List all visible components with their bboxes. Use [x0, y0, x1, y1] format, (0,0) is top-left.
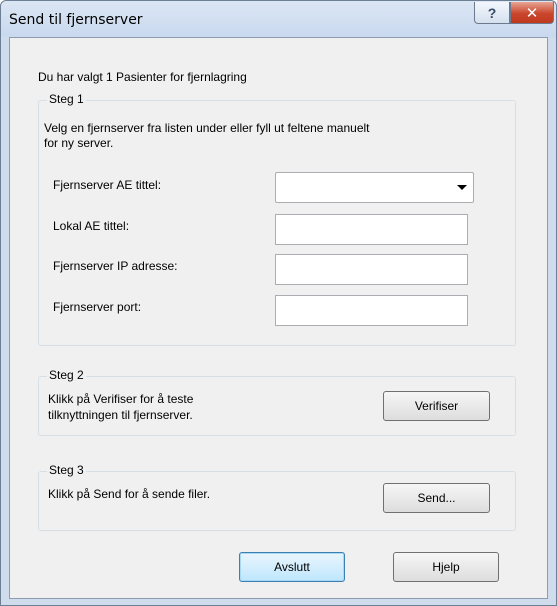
exit-button[interactable]: Avslutt [239, 552, 345, 582]
intro-text: Du har valgt 1 Pasienter for fjernlagrin… [38, 70, 247, 84]
step1-description-line2: for ny server. [44, 136, 114, 150]
ip-input[interactable] [275, 254, 468, 285]
step3-group: Steg 3 Klikk på Send for å sende filer. … [38, 463, 516, 531]
ip-label: Fjernserver IP adresse: [53, 259, 178, 273]
local-ae-input[interactable] [275, 214, 468, 245]
window-title: Send til fjernserver [9, 12, 143, 28]
step2-legend: Steg 2 [47, 368, 86, 382]
port-input[interactable] [275, 295, 468, 326]
verify-button[interactable]: Verifiser [383, 391, 490, 421]
ae-title-combobox[interactable] [275, 172, 474, 203]
dialog-window: Send til fjernserver ? ✕ Du har valgt 1 … [0, 0, 557, 606]
step2-description-line1: Klikk på Verifiser for å teste [48, 392, 194, 406]
dialog-content: Du har valgt 1 Pasienter for fjernlagrin… [9, 37, 548, 599]
step2-group: Steg 2 Klikk på Verifiser for å teste ti… [38, 368, 516, 436]
ae-title-label: Fjernserver AE tittel: [53, 178, 162, 192]
help-button[interactable]: Hjelp [393, 552, 499, 582]
step2-description-line2: tilknyttningen til fjernserver. [48, 408, 193, 422]
question-icon: ? [487, 4, 497, 21]
step1-legend: Steg 1 [47, 92, 86, 106]
step3-description: Klikk på Send for å sende filer. [48, 487, 211, 501]
help-titlebar-button[interactable]: ? [474, 2, 510, 24]
port-label: Fjernserver port: [53, 300, 142, 314]
local-ae-label: Lokal AE tittel: [53, 219, 130, 233]
step1-group: Steg 1 Velg en fjernserver fra listen un… [38, 92, 516, 346]
step3-legend: Steg 3 [47, 463, 86, 477]
chevron-down-icon[interactable] [457, 185, 467, 190]
step1-description-line1: Velg en fjernserver fra listen under ell… [44, 121, 370, 135]
close-button[interactable]: ✕ [510, 2, 554, 24]
title-bar[interactable]: Send til fjernserver ? ✕ [1, 1, 556, 37]
send-button[interactable]: Send... [383, 483, 490, 513]
close-icon: ✕ [525, 3, 539, 22]
